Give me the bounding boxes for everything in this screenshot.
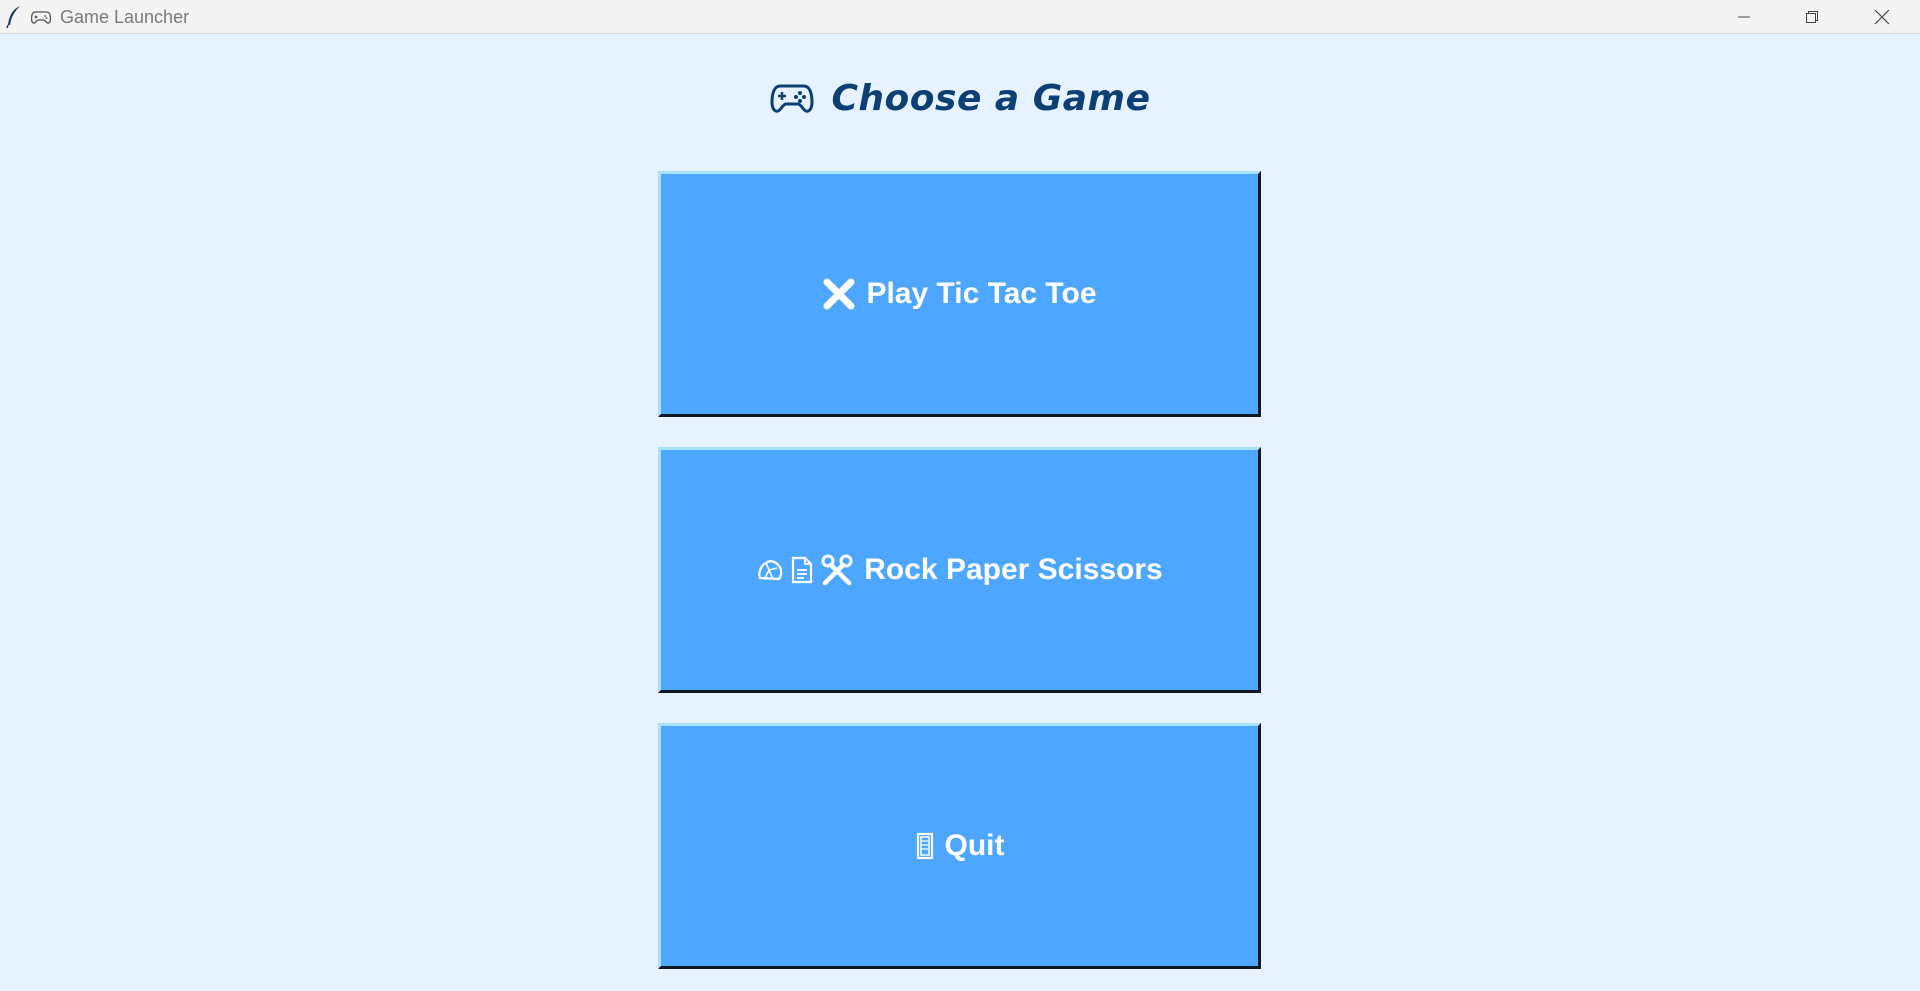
close-icon (1874, 9, 1890, 24)
rock-paper-scissors-label: Rock Paper Scissors (864, 553, 1163, 586)
restore-button[interactable] (1778, 0, 1846, 33)
title-bar[interactable]: Game Launcher (0, 0, 1920, 34)
quit-button[interactable]: Quit (658, 723, 1261, 969)
door-icon (915, 832, 935, 860)
restore-icon (1806, 10, 1818, 23)
paper-icon (790, 556, 814, 584)
close-button[interactable] (1848, 0, 1916, 33)
gamepad-icon (769, 84, 814, 113)
x-mark-icon (822, 277, 856, 311)
minimize-icon (1738, 16, 1750, 17)
rock-icon (756, 556, 784, 584)
window-title: Game Launcher (60, 7, 190, 27)
feather-icon (6, 6, 20, 29)
page-heading: Choose a Game (0, 72, 1920, 124)
gamepad-icon (31, 11, 51, 24)
minimize-button[interactable] (1710, 0, 1778, 33)
rock-paper-scissors-button[interactable]: Rock Paper Scissors (658, 447, 1261, 693)
tic-tac-toe-label: Play Tic Tac Toe (866, 277, 1097, 310)
page-title: Choose a Game (831, 77, 1151, 119)
game-launcher-window: Game Launcher Choose a Game Play Tic Tac… (0, 0, 1920, 991)
tic-tac-toe-button[interactable]: Play Tic Tac Toe (658, 171, 1261, 417)
scissors-icon (820, 554, 854, 586)
quit-label: Quit (944, 829, 1005, 862)
